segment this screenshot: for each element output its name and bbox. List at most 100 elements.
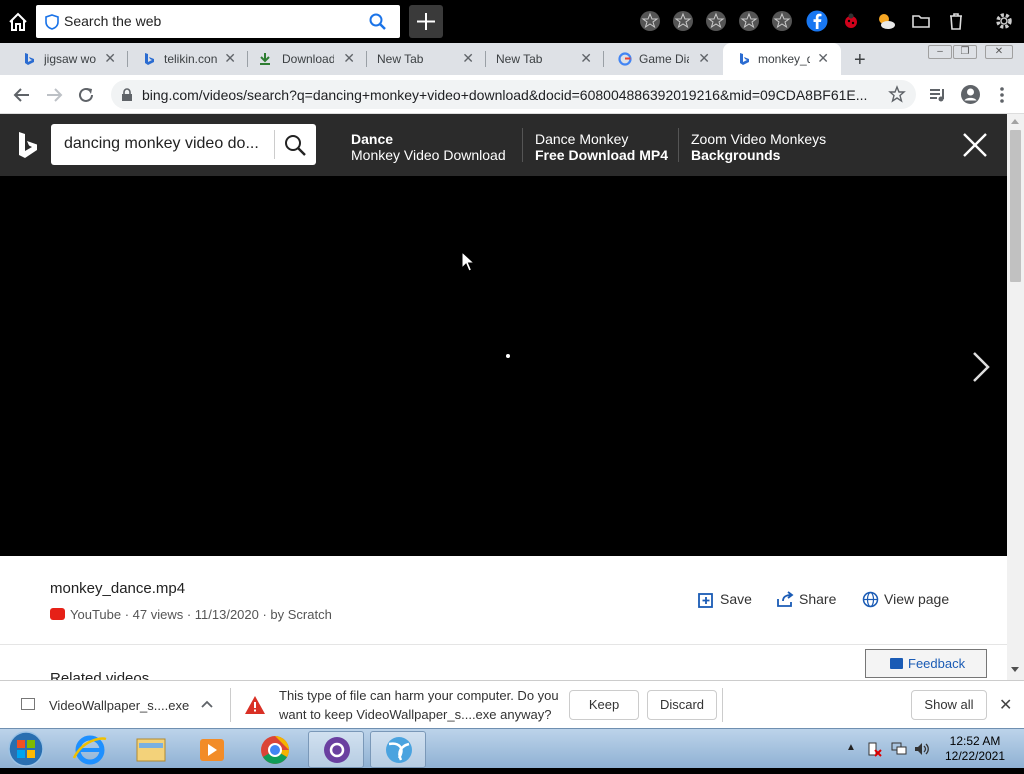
scroll-down-arrow-icon[interactable]	[1011, 667, 1019, 672]
keep-button[interactable]: Keep	[569, 690, 639, 720]
bing-logo-icon[interactable]	[17, 131, 39, 159]
close-tab-icon[interactable]: ✕	[580, 50, 592, 67]
show-hidden-icons-icon[interactable]: ▲	[846, 742, 856, 753]
view-page-label: View page	[884, 591, 950, 607]
facebook-icon[interactable]	[806, 10, 828, 32]
close-tab-icon[interactable]: ✕	[343, 50, 355, 67]
close-tab-icon[interactable]: ✕	[817, 50, 829, 67]
show-all-button[interactable]: Show all	[911, 690, 987, 720]
app-taskbar-button[interactable]	[370, 731, 426, 768]
restore-button[interactable]: ❐	[953, 45, 977, 59]
chevron-right-icon[interactable]	[968, 350, 994, 384]
tab-active[interactable]: monkey_d ✕	[723, 43, 841, 75]
close-tab-icon[interactable]: ✕	[104, 50, 116, 67]
video-title[interactable]: monkey_dance.mp4	[50, 580, 185, 597]
youtube-icon	[50, 608, 65, 620]
tab-label: Game Diar	[639, 52, 689, 66]
volume-icon[interactable]	[913, 741, 931, 757]
bookmark-star-icon[interactable]	[771, 10, 793, 32]
video-player[interactable]	[0, 176, 1007, 556]
app-taskbar-button[interactable]	[308, 731, 364, 768]
web-search-text: Search the web	[64, 13, 162, 29]
gear-icon[interactable]	[993, 10, 1015, 32]
bookmark-star-icon[interactable]	[738, 10, 760, 32]
weather-icon[interactable]	[875, 10, 897, 32]
bing-icon	[740, 53, 749, 65]
forward-icon[interactable]	[44, 85, 64, 105]
internet-explorer-icon	[72, 735, 107, 765]
tab[interactable]: New Tab ✕	[367, 43, 486, 75]
page-scrollbar[interactable]	[1007, 114, 1024, 680]
network-icon[interactable]	[890, 741, 908, 757]
tab-label: telikin.con	[164, 52, 218, 66]
close-window-button[interactable]: ✕	[985, 45, 1013, 59]
related-search-link[interactable]: Dance Monkey Video Download	[351, 131, 506, 163]
download-filename[interactable]: VideoWallpaper_s....exe	[49, 698, 189, 713]
tab[interactable]: jigsaw wo ✕	[8, 43, 128, 75]
menu-icon[interactable]	[996, 85, 1008, 105]
discard-button[interactable]: Discard	[647, 690, 717, 720]
bookmark-star-icon[interactable]	[639, 10, 661, 32]
close-icon[interactable]	[962, 132, 988, 158]
folder-icon[interactable]	[910, 10, 932, 32]
related-videos-heading: Related videos	[50, 670, 150, 680]
top-toolbar: Search the web	[0, 0, 1024, 43]
new-tab-icon[interactable]: +	[854, 49, 866, 72]
start-button-icon[interactable]	[6, 730, 46, 768]
save-icon	[698, 593, 713, 608]
new-tab-button[interactable]	[409, 5, 443, 38]
minimize-button[interactable]: –	[928, 45, 952, 59]
close-tab-icon[interactable]: ✕	[224, 50, 236, 67]
chevron-up-icon[interactable]	[200, 697, 214, 711]
bing-search-query[interactable]: dancing monkey video do...	[64, 135, 259, 153]
close-icon[interactable]: ✕	[999, 695, 1012, 715]
tab-label: jigsaw wo	[44, 52, 97, 66]
system-clock[interactable]: 12:52 AM 12/22/2021	[935, 734, 1015, 764]
web-search-box[interactable]: Search the web	[36, 5, 400, 38]
divider	[522, 128, 523, 162]
clock-date: 12/22/2021	[944, 749, 1006, 763]
action-center-icon[interactable]	[866, 741, 882, 757]
back-icon[interactable]	[12, 85, 32, 105]
bookmark-star-icon[interactable]	[705, 10, 727, 32]
close-tab-icon[interactable]: ✕	[698, 50, 710, 67]
related-search-link[interactable]: Dance Monkey Free Download MP4	[535, 131, 668, 163]
download-icon	[260, 53, 270, 65]
home-icon[interactable]	[7, 11, 29, 33]
profile-icon[interactable]	[960, 84, 981, 105]
bing-icon	[25, 53, 34, 65]
bookmark-star-icon[interactable]	[672, 10, 694, 32]
media-player-taskbar-button[interactable]	[184, 731, 240, 768]
trash-icon[interactable]	[945, 10, 967, 32]
internet-explorer-taskbar-button[interactable]	[62, 731, 118, 768]
file-explorer-icon	[136, 738, 166, 762]
ladybug-icon[interactable]	[840, 10, 862, 32]
related-search-line2: Backgrounds	[691, 147, 781, 163]
tab[interactable]: Download ✕	[248, 43, 367, 75]
feedback-icon	[890, 658, 903, 669]
related-search-link[interactable]: Zoom Video Monkeys Backgrounds	[691, 131, 826, 163]
tab[interactable]: telikin.con ✕	[128, 43, 248, 75]
scroll-up-arrow-icon[interactable]	[1011, 119, 1019, 124]
file-explorer-taskbar-button[interactable]	[123, 731, 179, 768]
tab-strip: jigsaw wo ✕ telikin.con ✕ Download ✕ New…	[0, 43, 1024, 75]
file-icon	[21, 698, 35, 710]
search-icon[interactable]	[284, 134, 306, 156]
video-details: monkey_dance.mp4 YouTube · 47 views · 11…	[0, 556, 1007, 680]
scrollbar-thumb[interactable]	[1010, 130, 1021, 282]
reload-icon[interactable]	[76, 85, 96, 105]
chrome-taskbar-button[interactable]	[247, 731, 303, 768]
bing-header: dancing monkey video do... Dance Monkey …	[0, 114, 1007, 176]
close-tab-icon[interactable]: ✕	[462, 50, 474, 67]
star-icon[interactable]	[888, 85, 906, 103]
media-icon[interactable]	[928, 85, 948, 105]
bing-search-box[interactable]: dancing monkey video do...	[51, 124, 316, 165]
lock-icon[interactable]	[121, 88, 133, 102]
search-icon[interactable]	[369, 13, 386, 30]
tab[interactable]: New Tab ✕	[486, 43, 604, 75]
tab[interactable]: Game Diar ✕	[604, 43, 722, 75]
chrome-icon	[261, 736, 289, 764]
omnibox[interactable]: bing.com/videos/search?q=dancing+monkey+…	[111, 80, 916, 109]
feedback-button[interactable]: Feedback	[865, 649, 987, 678]
taskbar: ▲ 12:52 AM 12/22/2021	[0, 728, 1024, 768]
